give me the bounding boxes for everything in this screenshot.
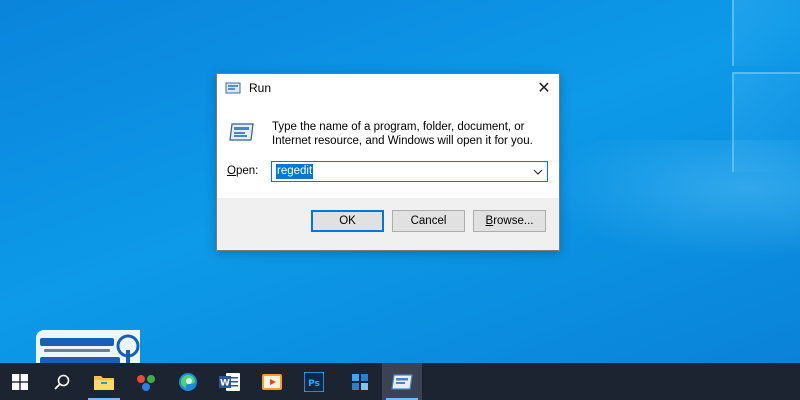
cancel-button[interactable]: Cancel <box>392 210 465 232</box>
windows-logo-icon <box>12 373 28 390</box>
desktop-light-pane <box>732 0 800 66</box>
taskbar-run[interactable] <box>382 363 422 400</box>
close-icon: ✕ <box>537 80 551 97</box>
run-program-icon <box>229 123 254 141</box>
registry-cubes-icon <box>352 373 368 390</box>
open-label-text: pen: <box>235 165 259 177</box>
browse-label: rowse... <box>493 215 534 227</box>
browse-hotkey: B <box>485 215 494 227</box>
colored-dots-icon <box>137 374 155 391</box>
taskbar-app-dots[interactable] <box>126 363 166 400</box>
taskbar-word[interactable]: W <box>210 363 250 400</box>
open-input-value[interactable]: regedit <box>276 164 314 179</box>
taskbar-file-explorer[interactable] <box>84 363 124 400</box>
search-icon <box>54 374 70 390</box>
desktop-glow <box>540 140 800 260</box>
open-label-hotkey: O <box>227 165 236 177</box>
close-button[interactable]: ✕ <box>529 74 559 102</box>
svg-text:Ps: Ps <box>308 379 320 389</box>
taskbar-app-gear[interactable] <box>340 363 380 400</box>
taskbar-photoshop[interactable]: Ps <box>294 363 334 400</box>
run-app-icon <box>225 82 241 94</box>
search-button[interactable] <box>42 363 82 400</box>
dialog-titlebar[interactable]: Run ✕ <box>217 74 559 102</box>
svg-text:W: W <box>220 378 230 388</box>
taskbar-media-player[interactable] <box>252 363 292 400</box>
edge-browser-icon <box>179 372 197 391</box>
open-combobox[interactable]: regedit <box>271 161 548 182</box>
taskbar: W Ps <box>0 363 800 400</box>
start-button[interactable] <box>0 363 40 400</box>
run-dialog: Run ✕ Type the name of a program, folder… <box>216 73 560 251</box>
photoshop-icon: Ps <box>304 371 324 392</box>
dialog-title: Run <box>249 81 272 95</box>
dialog-description: Type the name of a program, folder, docu… <box>272 121 533 147</box>
open-label: Open: <box>227 165 258 177</box>
browse-button[interactable]: Browse... <box>473 210 546 232</box>
dialog-content: Type the name of a program, folder, docu… <box>217 102 559 198</box>
dialog-footer: OK Cancel Browse... <box>217 198 559 250</box>
word-icon: W <box>219 372 240 391</box>
chevron-down-icon[interactable] <box>532 165 544 178</box>
taskbar-edge[interactable] <box>168 363 208 400</box>
run-icon <box>391 373 413 390</box>
media-player-icon <box>262 373 282 390</box>
ok-button[interactable]: OK <box>311 210 384 232</box>
folder-icon <box>94 375 114 390</box>
